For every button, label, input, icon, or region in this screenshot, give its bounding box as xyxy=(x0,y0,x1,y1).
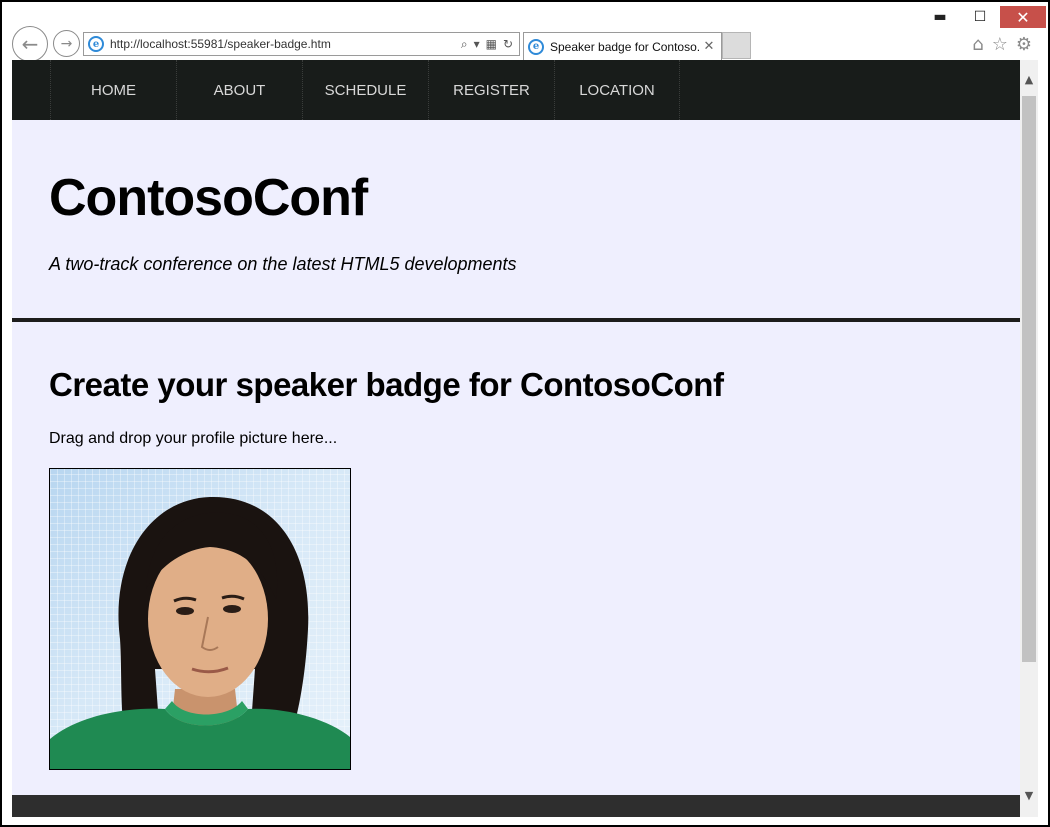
window-controls: ▬ ☐ ✕ xyxy=(920,6,1046,28)
home-icon[interactable]: ⌂ xyxy=(972,34,983,55)
browser-window: ▬ ☐ ✕ ← → e http://localhost:55981/speak… xyxy=(0,0,1050,827)
nav-home[interactable]: HOME xyxy=(50,60,176,120)
profile-photo xyxy=(50,496,350,769)
nav-register[interactable]: REGISTER xyxy=(428,60,554,120)
vertical-scrollbar[interactable]: ▲ ▼ xyxy=(1020,60,1038,817)
settings-gear-icon[interactable]: ⚙ xyxy=(1016,34,1032,55)
site-tagline: A two-track conference on the latest HTM… xyxy=(49,254,517,274)
new-tab-button[interactable] xyxy=(722,32,751,59)
refresh-icon[interactable]: ↻ xyxy=(503,37,513,52)
scroll-thumb[interactable] xyxy=(1022,96,1036,662)
tab-title: Speaker badge for Contoso... xyxy=(550,39,701,54)
page-heading: Create your speaker badge for ContosoCon… xyxy=(49,366,724,403)
forward-arrow-icon: → xyxy=(60,35,73,52)
address-tools: ⌕ ▾ ▦ ↻ xyxy=(461,37,513,52)
ie-logo-icon: e xyxy=(88,36,104,52)
drop-instruction: Drag and drop your profile picture here.… xyxy=(49,430,338,447)
address-bar[interactable]: e http://localhost:55981/speaker-badge.h… xyxy=(83,32,520,56)
maximize-button[interactable]: ☐ xyxy=(960,6,1000,28)
nav-location[interactable]: LOCATION xyxy=(554,60,680,120)
dropdown-icon[interactable]: ▾ xyxy=(474,37,480,52)
minimize-button[interactable]: ▬ xyxy=(920,6,960,28)
browser-toolbar-right: ⌂ ☆ ⚙ xyxy=(972,34,1032,55)
page-viewport: HOME ABOUT SCHEDULE REGISTER LOCATION Co… xyxy=(12,60,1020,817)
forward-button[interactable]: → xyxy=(53,30,80,57)
compat-view-icon[interactable]: ▦ xyxy=(486,37,497,52)
footer-bar xyxy=(12,795,1020,817)
nav-schedule[interactable]: SCHEDULE xyxy=(302,60,428,120)
scroll-down-arrow-icon[interactable]: ▼ xyxy=(1020,786,1038,804)
url-text[interactable]: http://localhost:55981/speaker-badge.htm xyxy=(110,37,461,51)
browser-tab-active[interactable]: e Speaker badge for Contoso... ✕ xyxy=(523,32,722,60)
search-icon[interactable]: ⌕ xyxy=(461,37,468,52)
site-title: ContosoConf xyxy=(49,169,368,227)
back-arrow-icon: ← xyxy=(21,32,39,56)
profile-picture-drop-zone[interactable] xyxy=(49,468,351,770)
back-button[interactable]: ← xyxy=(12,26,48,62)
tab-close-icon[interactable]: ✕ xyxy=(701,39,717,54)
nav-about[interactable]: ABOUT xyxy=(176,60,302,120)
site-navigation: HOME ABOUT SCHEDULE REGISTER LOCATION xyxy=(12,60,1020,120)
tab-favicon-icon: e xyxy=(528,38,544,55)
favorites-star-icon[interactable]: ☆ xyxy=(992,34,1008,55)
close-button[interactable]: ✕ xyxy=(1000,6,1046,28)
header-divider xyxy=(12,318,1020,322)
scroll-up-arrow-icon[interactable]: ▲ xyxy=(1020,70,1038,88)
